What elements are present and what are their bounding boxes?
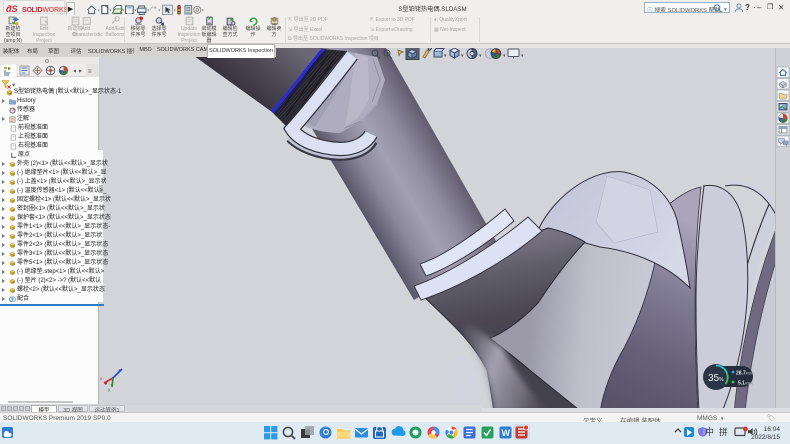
svg-text:▾: ▾ [521,53,524,59]
svg-text:W: W [502,428,511,438]
svg-text:中: 中 [705,426,714,437]
svg-text:y: y [108,387,111,392]
svg-text:▾: ▾ [444,53,447,59]
svg-text:◂: ◂ [73,69,76,75]
svg-text:拼: 拼 [719,427,728,437]
svg-text:2022/8/15: 2022/8/15 [751,434,780,441]
svg-text:≡: ≡ [88,69,92,75]
svg-text:▸: ▸ [79,69,82,75]
svg-text:▾: ▾ [503,53,506,59]
svg-text:▾: ▾ [724,7,727,13]
svg-text:16:04: 16:04 [764,426,781,433]
svg-text:▾: ▾ [479,53,482,59]
svg-text:x: x [100,376,103,381]
svg-text:▾: ▾ [461,53,464,59]
